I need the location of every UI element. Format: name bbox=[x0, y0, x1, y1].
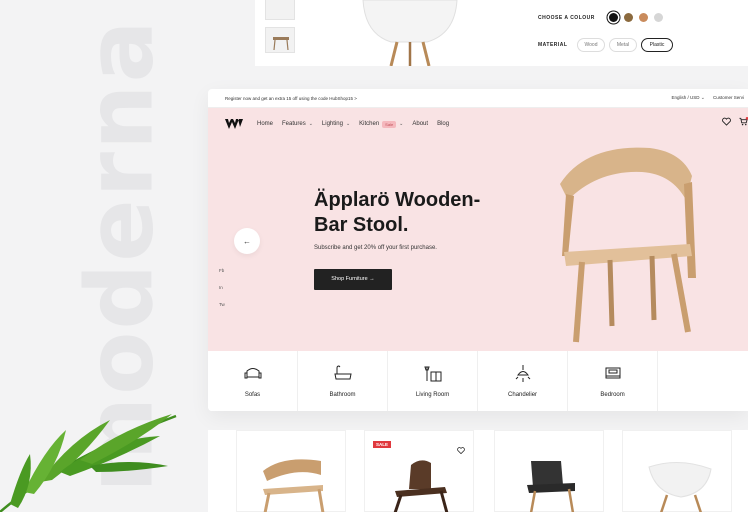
nav-item-kitchen[interactable]: Kitchen Sale ⌄ bbox=[359, 120, 404, 128]
product-image bbox=[648, 461, 712, 512]
product-card[interactable] bbox=[494, 430, 604, 512]
product-image bbox=[263, 459, 325, 512]
living-room-icon bbox=[423, 366, 442, 381]
category-chandelier[interactable]: Chandelier bbox=[478, 351, 569, 411]
category-living-room[interactable]: Living Room bbox=[388, 351, 479, 411]
nav-item-about[interactable]: About bbox=[412, 121, 428, 127]
colour-swatch-grey[interactable] bbox=[654, 13, 663, 22]
category-bathroom[interactable]: Bathroom bbox=[298, 351, 389, 411]
hero-title: Äpplarö Wooden-Bar Stool. bbox=[314, 189, 481, 237]
slider-prev-button[interactable]: ← bbox=[234, 228, 260, 254]
material-label: MATERIAL bbox=[538, 42, 568, 48]
hero-banner: Home Features ⌄ Lighting ⌄ Kitchen Sale ⌄ Ab… bbox=[208, 108, 748, 351]
shop-furniture-button[interactable]: Shop Furniture → bbox=[314, 269, 392, 290]
hero-subtitle: Subscribe and get 20% off your first pur… bbox=[314, 245, 437, 251]
social-links: Fb In Tw bbox=[219, 268, 225, 307]
arrow-right-icon: → bbox=[369, 276, 375, 282]
material-metal-button[interactable]: Metal bbox=[609, 38, 637, 52]
language-selector[interactable]: English / USD ⌄ bbox=[672, 95, 705, 101]
bed-icon bbox=[605, 367, 621, 378]
colour-swatch-tan[interactable] bbox=[639, 13, 648, 22]
nav-item-features[interactable]: Features ⌄ bbox=[282, 121, 313, 127]
social-link-instagram[interactable]: In bbox=[219, 285, 225, 290]
website-preview: Register now and get an extra 15 off usi… bbox=[208, 89, 748, 411]
nav-item-home[interactable]: Home bbox=[257, 121, 273, 127]
product-image bbox=[527, 461, 575, 512]
product-card[interactable]: SALE bbox=[364, 430, 474, 512]
social-link-facebook[interactable]: Fb bbox=[219, 268, 225, 273]
chevron-down-icon: ⌄ bbox=[399, 121, 404, 127]
product-detail-strip: CHOOSE A COLOUR MATERIAL Wood Metal Plas… bbox=[255, 0, 748, 66]
nav-item-lighting[interactable]: Lighting ⌄ bbox=[322, 121, 350, 127]
chandelier-icon bbox=[515, 364, 530, 382]
colour-swatch-black[interactable] bbox=[609, 13, 618, 22]
category-next[interactable] bbox=[658, 351, 748, 411]
main-nav: Home Features ⌄ Lighting ⌄ Kitchen Sale ⌄ Ab… bbox=[225, 119, 449, 129]
sale-badge: Sale bbox=[382, 120, 397, 128]
category-bar: Sofas Bathroom Living Room Chandelier Be… bbox=[208, 351, 748, 411]
product-thumbnail[interactable] bbox=[265, 27, 295, 53]
promo-bar: Register now and get an extra 15 off usi… bbox=[208, 89, 748, 108]
product-image bbox=[393, 460, 449, 512]
category-bedroom[interactable]: Bedroom bbox=[568, 351, 659, 411]
hero-chair-image bbox=[560, 147, 696, 343]
cart-icon[interactable] bbox=[739, 117, 748, 126]
chevron-down-icon: ⌄ bbox=[308, 121, 313, 127]
arrow-left-icon: ← bbox=[243, 236, 251, 246]
heart-icon[interactable] bbox=[722, 117, 731, 126]
palm-leaf-decoration bbox=[0, 414, 177, 512]
promo-text[interactable]: Register now and get an extra 15 off usi… bbox=[225, 96, 357, 101]
social-link-twitter[interactable]: Tw bbox=[219, 302, 225, 307]
category-sofas[interactable]: Sofas bbox=[208, 351, 299, 411]
colour-label: CHOOSE A COLOUR bbox=[538, 15, 595, 21]
nav-item-blog[interactable]: Blog bbox=[437, 121, 449, 127]
chevron-down-icon: ⌄ bbox=[345, 121, 351, 127]
product-card[interactable] bbox=[236, 430, 346, 512]
colour-swatch-brown[interactable] bbox=[624, 13, 633, 22]
customer-service-link[interactable]: Customer Servi bbox=[713, 95, 744, 101]
product-card[interactable] bbox=[622, 430, 732, 512]
material-wood-button[interactable]: Wood bbox=[577, 38, 605, 52]
product-grid: SALE bbox=[208, 430, 748, 512]
product-thumbnail[interactable] bbox=[265, 0, 295, 20]
sofa-icon bbox=[244, 367, 261, 378]
chair-image bbox=[362, 0, 458, 66]
bathtub-icon bbox=[333, 364, 352, 379]
background-word: moderna bbox=[66, 17, 174, 493]
material-plastic-button[interactable]: Plastic bbox=[641, 38, 673, 52]
logo-icon[interactable] bbox=[225, 119, 243, 129]
